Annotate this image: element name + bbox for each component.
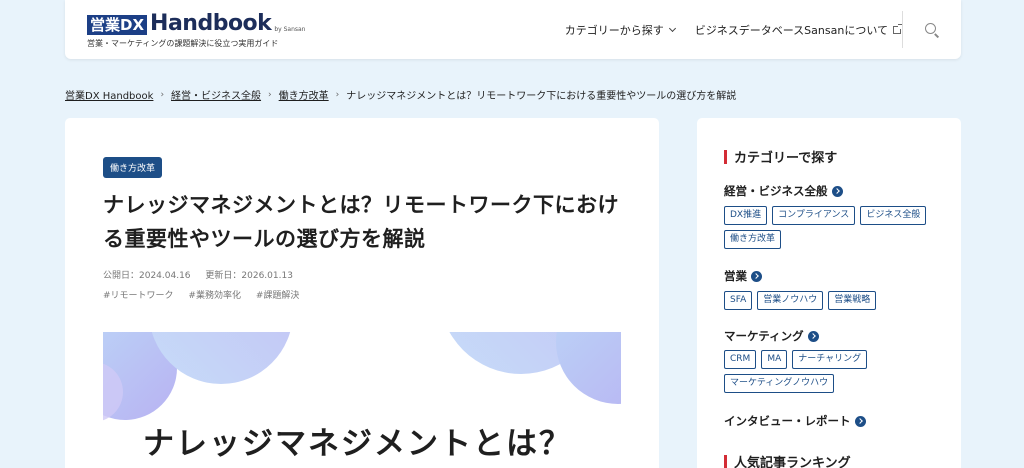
chip-crm[interactable]: CRM xyxy=(724,350,757,369)
chip-sales-strategy[interactable]: 営業戦略 xyxy=(828,291,877,310)
sidebar-category-marketing[interactable]: マーケティング xyxy=(724,328,819,344)
heading-accent-bar xyxy=(724,149,727,164)
site-logo[interactable]: 営業DX Handbook by Sansan 営業・マーケティングの課題解決に… xyxy=(87,11,305,49)
breadcrumb-current: ナレッジマネジメントとは？リモートワーク下における重要性やツールの選び方を解説 xyxy=(346,91,737,102)
tag-link[interactable]: #課題解決 xyxy=(256,291,300,301)
breadcrumb-workstyle[interactable]: 働き方改革 xyxy=(279,87,329,102)
chip-sales-knowhow[interactable]: 営業ノウハウ xyxy=(757,291,824,310)
breadcrumb-separator-icon: › xyxy=(268,89,272,100)
breadcrumb-business[interactable]: 経営・ビジネス全般 xyxy=(171,87,261,102)
arrow-right-circle-icon xyxy=(807,330,819,342)
article-dates: 公開日：2024.04.16 更新日：2026.01.13 xyxy=(103,268,293,281)
external-link-icon xyxy=(893,23,903,34)
sidebar-category-business[interactable]: 経営・ビジネス全般 xyxy=(724,183,843,199)
logo-by: by Sansan xyxy=(274,26,306,33)
nav-divider xyxy=(902,11,903,48)
arrow-right-circle-icon xyxy=(854,415,866,427)
sidebar-category-label: マーケティング xyxy=(724,329,804,343)
chip-workstyle[interactable]: 働き方改革 xyxy=(724,230,782,249)
chip-dx[interactable]: DX推進 xyxy=(724,206,768,225)
sidebar-category-sales[interactable]: 営業 xyxy=(724,268,762,284)
arrow-right-circle-icon xyxy=(751,270,762,282)
tag-link[interactable]: #リモートワーク xyxy=(103,291,174,301)
article-card: 働き方改革 ナレッジマネジメントとは？リモートワーク下における重要性やツールの選… xyxy=(65,118,659,468)
sidebar-heading-label: カテゴリーで探す xyxy=(734,151,838,166)
sidebar-category-label: 経営・ビジネス全般 xyxy=(724,184,828,198)
published-date: 公開日：2024.04.16 xyxy=(103,271,191,281)
chip-business[interactable]: ビジネス全般 xyxy=(860,206,927,225)
arrow-right-circle-icon xyxy=(831,185,843,197)
sidebar-category-label: 営業 xyxy=(724,269,747,283)
site-header: 営業DX Handbook by Sansan 営業・マーケティングの課題解決に… xyxy=(65,0,961,59)
chip-group-business: DX推進 コンプライアンス ビジネス全般 働き方改革 xyxy=(724,206,944,254)
sidebar-category-label: インタビュー・レポート xyxy=(724,414,851,428)
hero-heading: ナレッジマネジメントとは？ xyxy=(143,426,572,462)
ranking-heading: 人気記事ランキング xyxy=(724,452,851,468)
chip-sfa[interactable]: SFA xyxy=(724,291,753,310)
search-icon xyxy=(925,23,936,34)
breadcrumb-separator-icon: › xyxy=(160,89,165,100)
article-tags: #リモートワーク #業務効率化 #課題解決 xyxy=(103,288,311,301)
nav-categories[interactable]: カテゴリーから探す xyxy=(564,22,676,38)
sidebar-heading: カテゴリーで探す xyxy=(724,147,837,166)
search-icon-handle xyxy=(934,33,940,38)
nav-about-sansan[interactable]: ビジネスデータベースSansanについて xyxy=(694,22,903,38)
tag-link[interactable]: #業務効率化 xyxy=(188,291,241,301)
article-title: ナレッジマネジメントとは？リモートワーク下における重要性やツールの選び方を解説 xyxy=(103,193,619,251)
heading-accent-bar xyxy=(724,454,727,468)
logo-wordmark: Handbook xyxy=(150,11,272,36)
logo-box: 営業DX xyxy=(87,15,148,35)
hero-image: ナレッジマネジメントとは？ xyxy=(103,332,621,468)
sidebar: カテゴリーで探す 経営・ビジネス全般 DX推進 コンプライアンス ビジネス全般 … xyxy=(697,118,961,468)
search-button[interactable] xyxy=(923,21,941,39)
logo-tagline: 営業・マーケティングの課題解決に役立つ実用ガイド xyxy=(87,39,279,48)
breadcrumb: 営業DX Handbook › 経営・ビジネス全般 › 働き方改革 › ナレッジ… xyxy=(65,87,737,103)
nav-categories-label: カテゴリーから探す xyxy=(564,23,664,37)
chip-group-sales: SFA 営業ノウハウ 営業戦略 xyxy=(724,291,944,315)
updated-date: 更新日：2026.01.13 xyxy=(205,271,293,281)
chip-compliance[interactable]: コンプライアンス xyxy=(772,206,856,225)
ranking-heading-label: 人気記事ランキング xyxy=(734,456,851,468)
category-badge[interactable]: 働き方改革 xyxy=(103,157,163,178)
chip-nurturing[interactable]: ナーチャリング xyxy=(792,350,868,369)
chip-group-marketing: CRM MA ナーチャリング マーケティングノウハウ xyxy=(724,350,944,398)
chip-ma[interactable]: MA xyxy=(761,350,788,369)
breadcrumb-home[interactable]: 営業DX Handbook xyxy=(65,87,153,102)
sidebar-category-interview[interactable]: インタビュー・レポート xyxy=(724,413,866,429)
nav-about-sansan-label: ビジネスデータベースSansanについて xyxy=(694,23,888,37)
chip-marketing-knowhow[interactable]: マーケティングノウハウ xyxy=(724,374,835,393)
main-nav: カテゴリーから探す ビジネスデータベースSansanについて xyxy=(545,0,903,59)
chevron-down-icon xyxy=(668,24,676,32)
breadcrumb-separator-icon: › xyxy=(335,89,340,100)
